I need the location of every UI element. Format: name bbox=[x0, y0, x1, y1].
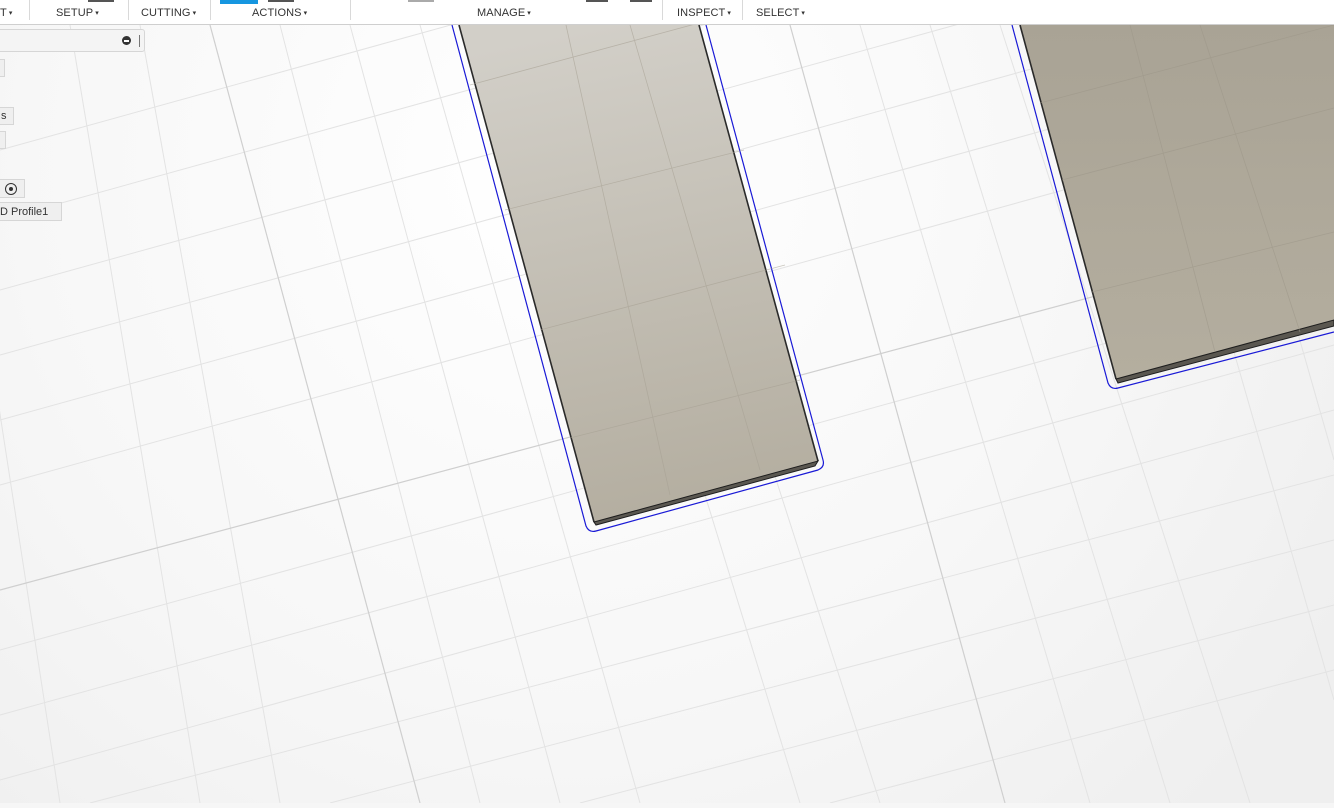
chevron-down-icon: ▾ bbox=[801, 10, 806, 17]
chevron-down-icon: ▾ bbox=[303, 10, 308, 17]
toolbar-divider bbox=[29, 0, 30, 20]
toolbar-icon-stub[interactable] bbox=[268, 0, 294, 2]
browser-row-item-3[interactable] bbox=[0, 131, 6, 149]
toolbar: T ▾ SETUP ▾ CUTTING ▾ ACTIONS ▾ MANAGE ▾ INSP… bbox=[0, 0, 1334, 25]
chevron-down-icon: ▾ bbox=[192, 10, 197, 17]
menu-label: SELECT bbox=[756, 7, 800, 19]
collapse-icon[interactable] bbox=[122, 36, 131, 45]
menu-setup[interactable]: SETUP ▾ bbox=[56, 7, 99, 21]
menu-label: CUTTING bbox=[141, 7, 191, 19]
chevron-down-icon: ▾ bbox=[95, 10, 99, 17]
browser-header bbox=[0, 29, 145, 52]
browser-row-text: s bbox=[1, 110, 7, 122]
browser-row-item-1[interactable] bbox=[0, 59, 5, 77]
profile-label: D Profile1 bbox=[0, 206, 49, 218]
toolbar-divider bbox=[350, 0, 351, 20]
menu-cutting[interactable]: CUTTING ▾ bbox=[141, 7, 196, 21]
menu-manage[interactable]: MANAGE ▾ bbox=[477, 7, 531, 21]
menu-label: MANAGE bbox=[477, 7, 526, 19]
browser-row-item-2[interactable]: s bbox=[0, 107, 14, 125]
canvas-viewport[interactable] bbox=[0, 0, 1334, 804]
toolbar-divider bbox=[210, 0, 211, 20]
menu-actions[interactable]: ACTIONS ▾ bbox=[252, 7, 307, 21]
chevron-down-icon: ▾ bbox=[8, 10, 13, 17]
menu-label: ACTIONS bbox=[252, 7, 302, 19]
radio-target-icon[interactable] bbox=[5, 183, 17, 195]
chevron-down-icon: ▾ bbox=[527, 10, 531, 17]
browser-row-profile[interactable]: D Profile1 bbox=[0, 202, 62, 221]
menu-select[interactable]: SELECT ▾ bbox=[756, 7, 805, 21]
toolbar-icon-stub[interactable] bbox=[88, 0, 114, 2]
panel-resize-handle[interactable] bbox=[139, 35, 140, 47]
toolbar-icon-stub[interactable] bbox=[586, 0, 608, 2]
menu-truncated[interactable]: T ▾ bbox=[0, 7, 12, 21]
toolbar-divider bbox=[662, 0, 663, 20]
viewport-scene bbox=[0, 0, 1334, 804]
menu-label: INSPECT bbox=[677, 7, 726, 19]
menu-label: SETUP bbox=[56, 7, 94, 19]
chevron-down-icon: ▾ bbox=[727, 10, 731, 17]
toolbar-icon-stub[interactable] bbox=[630, 0, 652, 2]
toolbar-divider bbox=[128, 0, 129, 20]
toolbar-active-icon-stub[interactable] bbox=[220, 0, 258, 4]
toolbar-divider bbox=[742, 0, 743, 20]
menu-label: T bbox=[0, 7, 7, 19]
menu-inspect[interactable]: INSPECT ▾ bbox=[677, 7, 731, 21]
browser-row-item-4[interactable] bbox=[0, 179, 25, 198]
toolbar-icon-stub[interactable] bbox=[408, 0, 434, 2]
